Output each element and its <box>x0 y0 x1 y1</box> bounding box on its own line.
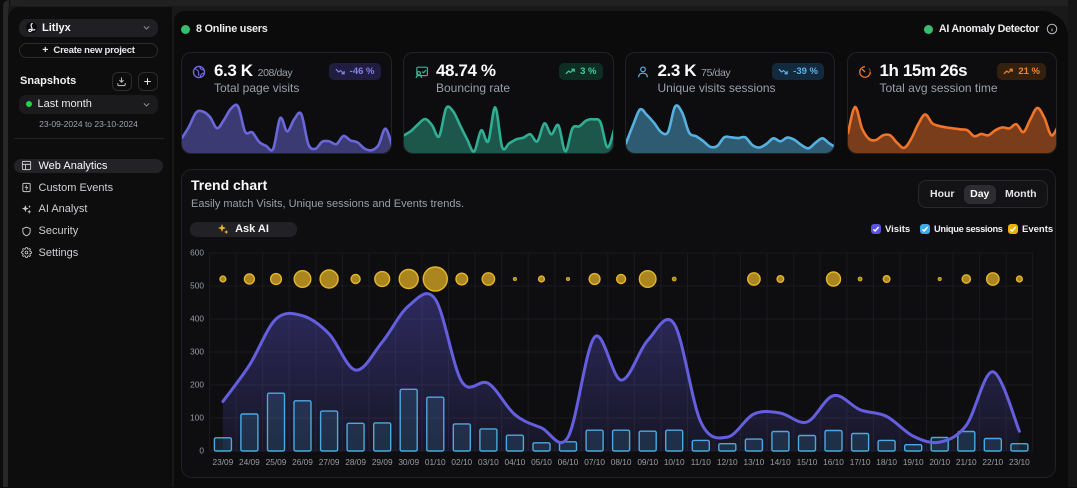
svg-text:600: 600 <box>190 248 204 258</box>
svg-text:500: 500 <box>190 281 204 291</box>
svg-text:03/10: 03/10 <box>478 457 499 467</box>
svg-text:11/10: 11/10 <box>691 457 712 467</box>
svg-text:02/10: 02/10 <box>451 457 472 467</box>
svg-text:17/10: 17/10 <box>850 457 871 467</box>
svg-text:16/10: 16/10 <box>823 457 844 467</box>
svg-text:200: 200 <box>190 380 204 390</box>
svg-text:22/10: 22/10 <box>982 457 1003 467</box>
svg-text:100: 100 <box>190 413 204 423</box>
svg-text:28/09: 28/09 <box>345 457 366 467</box>
svg-text:23/09: 23/09 <box>213 457 234 467</box>
svg-text:01/10: 01/10 <box>425 457 446 467</box>
svg-text:30/09: 30/09 <box>398 457 419 467</box>
svg-text:14/10: 14/10 <box>770 457 791 467</box>
svg-text:10/10: 10/10 <box>664 457 685 467</box>
svg-text:25/09: 25/09 <box>266 457 287 467</box>
svg-text:24/09: 24/09 <box>239 457 260 467</box>
svg-text:05/10: 05/10 <box>531 457 552 467</box>
svg-text:15/10: 15/10 <box>797 457 818 467</box>
svg-text:29/09: 29/09 <box>372 457 393 467</box>
svg-text:27/09: 27/09 <box>319 457 340 467</box>
svg-text:04/10: 04/10 <box>505 457 526 467</box>
svg-text:21/10: 21/10 <box>956 457 977 467</box>
svg-text:0: 0 <box>199 446 204 456</box>
svg-text:12/10: 12/10 <box>717 457 738 467</box>
svg-text:400: 400 <box>190 314 204 324</box>
svg-text:06/10: 06/10 <box>558 457 579 467</box>
svg-text:20/10: 20/10 <box>929 457 950 467</box>
svg-text:09/10: 09/10 <box>637 457 658 467</box>
svg-text:18/10: 18/10 <box>876 457 897 467</box>
svg-text:07/10: 07/10 <box>584 457 605 467</box>
svg-text:23/10: 23/10 <box>1009 457 1030 467</box>
svg-text:300: 300 <box>190 347 204 357</box>
svg-text:19/10: 19/10 <box>903 457 924 467</box>
svg-text:26/09: 26/09 <box>292 457 313 467</box>
svg-text:13/10: 13/10 <box>744 457 765 467</box>
svg-text:08/10: 08/10 <box>611 457 632 467</box>
